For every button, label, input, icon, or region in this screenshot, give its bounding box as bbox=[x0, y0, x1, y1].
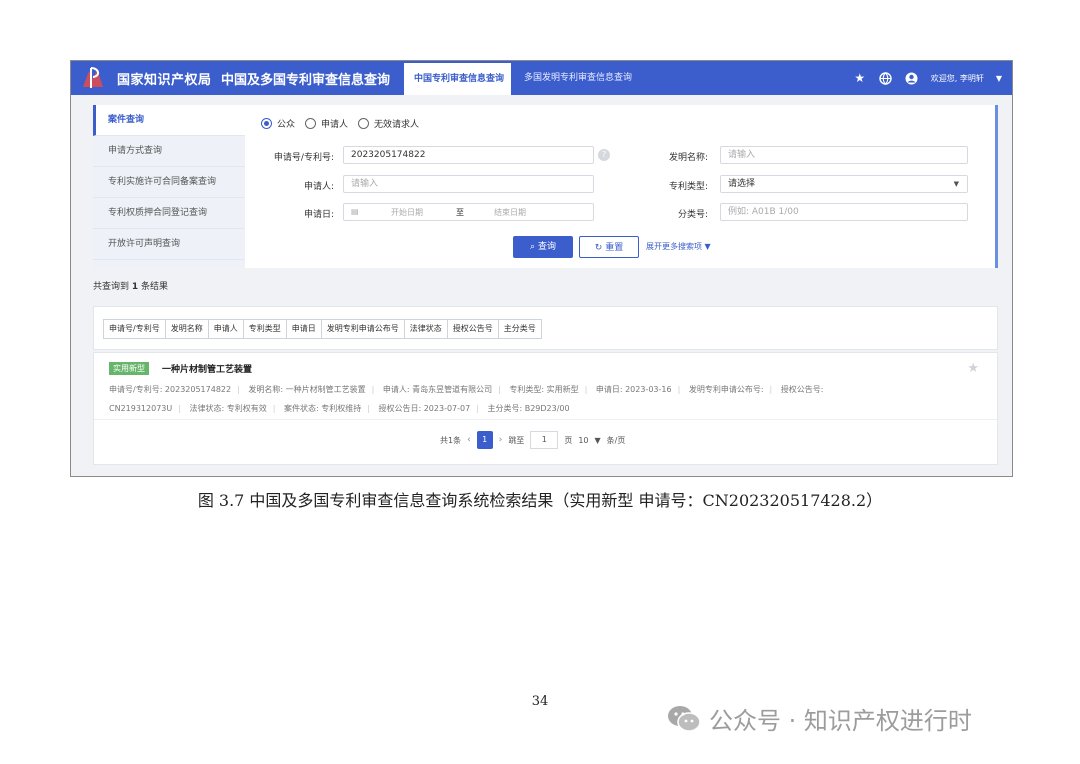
invention-name-input[interactable]: 请输入 bbox=[720, 146, 968, 164]
radio-public[interactable]: 公众 bbox=[261, 117, 295, 130]
chevron-down-icon[interactable]: ▼ bbox=[996, 74, 1002, 83]
user-toolbar: ★ 欢迎您, 李明轩 ▼ bbox=[853, 61, 1002, 95]
classification-input[interactable]: 例如: A01B 1/00 bbox=[720, 203, 968, 221]
result-title[interactable]: 一种片材制管工艺装置 bbox=[162, 362, 252, 375]
sort-tag-legal-status[interactable]: 法律状态 bbox=[403, 319, 448, 339]
screenshot-frame: 国家知识产权局 中国及多国专利审查信息查询 中国专利审查信息查询 多国发明专利审… bbox=[70, 60, 1013, 477]
classification-label: 分类号: bbox=[677, 210, 708, 220]
chevron-down-icon: ▼ bbox=[704, 242, 711, 251]
result-meta-row-1: 申请号/专利号: 2023205174822 | 发明名称: 一种片材制管工艺装置… bbox=[109, 385, 824, 394]
cnipa-logo-icon bbox=[83, 67, 103, 88]
sort-tag-group: 申请号/专利号 发明名称 申请人 专利类型 申请日 发明专利申请公布号 法律状态… bbox=[103, 319, 542, 339]
tab-china-patent-query[interactable]: 中国专利审查信息查询 bbox=[404, 63, 511, 95]
expand-more-link[interactable]: 展开更多搜索项 ▼ bbox=[646, 241, 711, 252]
page-unit: 页 bbox=[564, 435, 573, 445]
chevron-right-icon[interactable]: › bbox=[499, 435, 503, 445]
sidebar-item-application-method[interactable]: 申请方式查询 bbox=[93, 136, 245, 167]
app-no-input[interactable]: 2023205174822 bbox=[343, 146, 594, 164]
result-meta-row-2: CN219312073U | 法律状态: 专利权有效 | 案件状态: 专利权维持 | … bbox=[109, 404, 570, 413]
total-count: 共1条 bbox=[440, 435, 462, 445]
help-icon[interactable]: ? bbox=[598, 149, 610, 161]
goto-page-input[interactable]: 1 bbox=[530, 431, 559, 449]
page-current[interactable]: 1 bbox=[476, 431, 493, 449]
page-size-unit: 条/页 bbox=[606, 435, 626, 445]
sidebar-item-case-query[interactable]: 案件查询 bbox=[93, 105, 245, 136]
applicant-label: 申请人: bbox=[303, 182, 334, 192]
result-summary: 共查询到 1 条结果 bbox=[93, 282, 169, 292]
app-no-label: 申请号/专利号: bbox=[273, 153, 334, 163]
role-radio-group: 公众 申请人 无效请求人 bbox=[261, 117, 419, 130]
refresh-icon: ↻ bbox=[594, 243, 603, 253]
divider bbox=[94, 419, 997, 420]
sidebar-item-license-filing[interactable]: 专利实施许可合同备案查询 bbox=[93, 167, 245, 198]
chevron-left-icon[interactable]: ‹ bbox=[467, 435, 471, 445]
calendar-icon: ▤ bbox=[351, 207, 359, 216]
radio-dot[interactable] bbox=[261, 118, 272, 129]
sort-tag-patent-type[interactable]: 专利类型 bbox=[242, 319, 287, 339]
sort-tag-filing-date[interactable]: 申请日 bbox=[285, 319, 322, 339]
page-size-select[interactable]: 10 bbox=[578, 436, 588, 445]
sort-tag-main-class[interactable]: 主分类号 bbox=[497, 319, 542, 339]
radio-dot[interactable] bbox=[305, 118, 317, 129]
date-start-input[interactable]: 开始日期 bbox=[391, 207, 423, 218]
top-navbar: 国家知识产权局 中国及多国专利审查信息查询 中国专利审查信息查询 多国发明专利审… bbox=[71, 61, 1012, 95]
result-card: 实用新型 一种片材制管工艺装置 ★ 申请号/专利号: 2023205174822… bbox=[93, 352, 998, 465]
filing-date-range[interactable]: ▤ 开始日期 至 结束日期 bbox=[343, 203, 594, 221]
sidebar-item-open-license[interactable]: 开放许可声明查询 bbox=[93, 229, 245, 260]
pagination: 共1条 ‹ 1 › 跳至 1 页 10 ▼ 条/页 bbox=[440, 431, 625, 449]
search-panel: 案件查询 申请方式查询 专利实施许可合同备案查询 专利权质押合同登记查询 开放许… bbox=[93, 105, 998, 268]
patent-type-badge: 实用新型 bbox=[109, 362, 149, 375]
figure-caption: 图 3.7 中国及多国专利审查信息查询系统检索结果（实用新型 申请号：CN202… bbox=[197, 491, 883, 510]
tab-multi-country-query[interactable]: 多国发明专利审查信息查询 bbox=[514, 61, 642, 95]
sort-tag-app-no[interactable]: 申请号/专利号 bbox=[103, 319, 166, 339]
welcome-text[interactable]: 欢迎您, 李明轩 bbox=[931, 73, 984, 84]
user-icon[interactable] bbox=[905, 71, 919, 85]
radio-applicant[interactable]: 申请人 bbox=[305, 117, 348, 130]
sidebar-item-pledge-registration[interactable]: 专利权质押合同登记查询 bbox=[93, 198, 245, 229]
sort-tag-publication-no[interactable]: 发明专利申请公布号 bbox=[320, 319, 405, 339]
query-type-sidebar: 案件查询 申请方式查询 专利实施许可合同备案查询 专利权质押合同登记查询 开放许… bbox=[93, 105, 245, 268]
star-icon[interactable]: ★ bbox=[853, 71, 867, 85]
chevron-down-icon[interactable]: ▼ bbox=[595, 436, 601, 445]
radio-dot[interactable] bbox=[358, 118, 370, 129]
radio-invalidation-requester[interactable]: 无效请求人 bbox=[358, 117, 419, 130]
sort-tag-grant-no[interactable]: 授权公告号 bbox=[446, 319, 499, 339]
invention-name-label: 发明名称: bbox=[668, 153, 708, 163]
search-button[interactable]: ⌕ 查询 bbox=[513, 236, 573, 258]
agency-name: 国家知识产权局 bbox=[117, 73, 212, 88]
wechat-watermark: 公众号 · 知识产权进行时 bbox=[667, 701, 972, 736]
globe-icon[interactable] bbox=[879, 71, 893, 85]
sort-tag-invention-name[interactable]: 发明名称 bbox=[164, 319, 209, 339]
star-icon[interactable]: ★ bbox=[967, 361, 979, 376]
chevron-down-icon: ▼ bbox=[953, 180, 959, 188]
sort-tag-applicant[interactable]: 申请人 bbox=[207, 319, 244, 339]
search-icon: ⌕ bbox=[530, 242, 536, 252]
date-separator: 至 bbox=[456, 208, 464, 217]
patent-type-select[interactable]: 请选择 ▼ bbox=[720, 175, 968, 193]
filing-date-label: 申请日: bbox=[303, 210, 334, 220]
system-name: 中国及多国专利审查信息查询 bbox=[221, 73, 391, 88]
reset-button[interactable]: ↻ 重置 bbox=[579, 236, 639, 258]
applicant-input[interactable]: 请输入 bbox=[343, 175, 594, 193]
goto-label: 跳至 bbox=[508, 435, 525, 445]
sort-bar: 申请号/专利号 发明名称 申请人 专利类型 申请日 发明专利申请公布号 法律状态… bbox=[93, 306, 998, 350]
patent-type-label: 专利类型: bbox=[668, 182, 708, 192]
date-end-input[interactable]: 结束日期 bbox=[494, 207, 526, 218]
wechat-icon bbox=[668, 705, 701, 732]
